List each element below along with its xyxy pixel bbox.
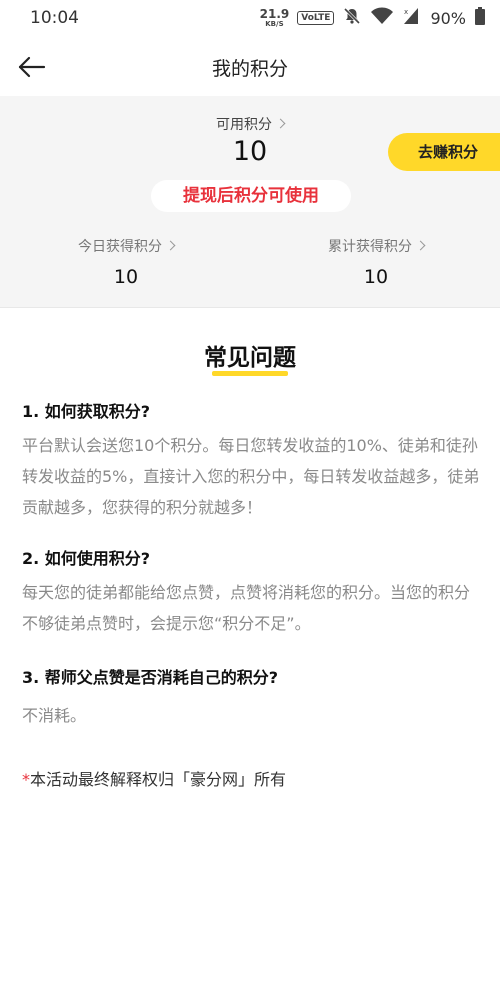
faq-answer: 不消耗。 [22, 706, 87, 725]
volte-badge: VoLTE [297, 11, 335, 25]
faq-title: 常见问题 [204, 345, 296, 371]
chevron-right-icon [415, 240, 426, 251]
status-bar: 10:04 21.9 KB/S VoLTE x 90% [0, 0, 500, 38]
faq-answer: 每天您的徒弟都能给您点赞，点赞将消耗您的积分。当您的积分不够徒弟点赞时，会提示您… [22, 583, 471, 633]
battery-icon [474, 6, 486, 30]
faq-title-underline [212, 371, 288, 376]
required-asterisk: * [22, 770, 30, 789]
disclaimer-note: *本活动最终解释权归「豪分网」所有 [22, 766, 286, 790]
earn-points-button[interactable]: 去赚积分 [388, 133, 500, 171]
status-icons: 21.9 KB/S VoLTE x 90% [260, 6, 486, 30]
available-points-link[interactable]: 可用积分 [0, 114, 500, 134]
mute-icon [342, 6, 362, 30]
faq-question: 1. 如何获取积分? [22, 402, 151, 421]
available-points-label: 可用积分 [216, 117, 272, 133]
status-time: 10:04 [30, 8, 79, 28]
signal-icon: x [402, 6, 420, 30]
wifi-icon [370, 6, 394, 30]
total-points-value: 10 [363, 266, 389, 288]
chevron-right-icon [275, 118, 286, 129]
network-speed-unit: KB/S [265, 20, 284, 28]
network-speed-value: 21.9 [259, 7, 290, 21]
withdraw-notice: 提现后积分可使用 [151, 180, 351, 212]
total-points-label: 累计获得积分 [328, 239, 412, 255]
today-points-label: 今日获得积分 [78, 239, 162, 255]
nav-bar: 我的积分 [0, 38, 500, 96]
chevron-right-icon [165, 240, 176, 251]
faq-question: 2. 如何使用积分? [22, 549, 151, 568]
faq-answer: 平台默认会送您10个积分。每日您转发收益的10%、徒弟和徒孙转发收益的5%，直接… [22, 436, 480, 517]
faq-question: 3. 帮师父点赞是否消耗自己的积分? [22, 668, 279, 687]
page-title: 我的积分 [211, 58, 288, 80]
points-panel: 可用积分 10 去赚积分 提现后积分可使用 今日获得积分 10 累计获得积分 1… [0, 96, 500, 308]
today-points-value: 10 [113, 266, 139, 288]
today-points-stat[interactable]: 今日获得积分 10 [36, 236, 216, 288]
svg-text:x: x [404, 8, 408, 16]
total-points-stat[interactable]: 累计获得积分 10 [286, 236, 466, 288]
disclaimer-text: 本活动最终解释权归「豪分网」所有 [30, 770, 287, 789]
network-speed: 21.9 KB/S [260, 8, 290, 28]
battery-percent: 90% [430, 8, 466, 28]
